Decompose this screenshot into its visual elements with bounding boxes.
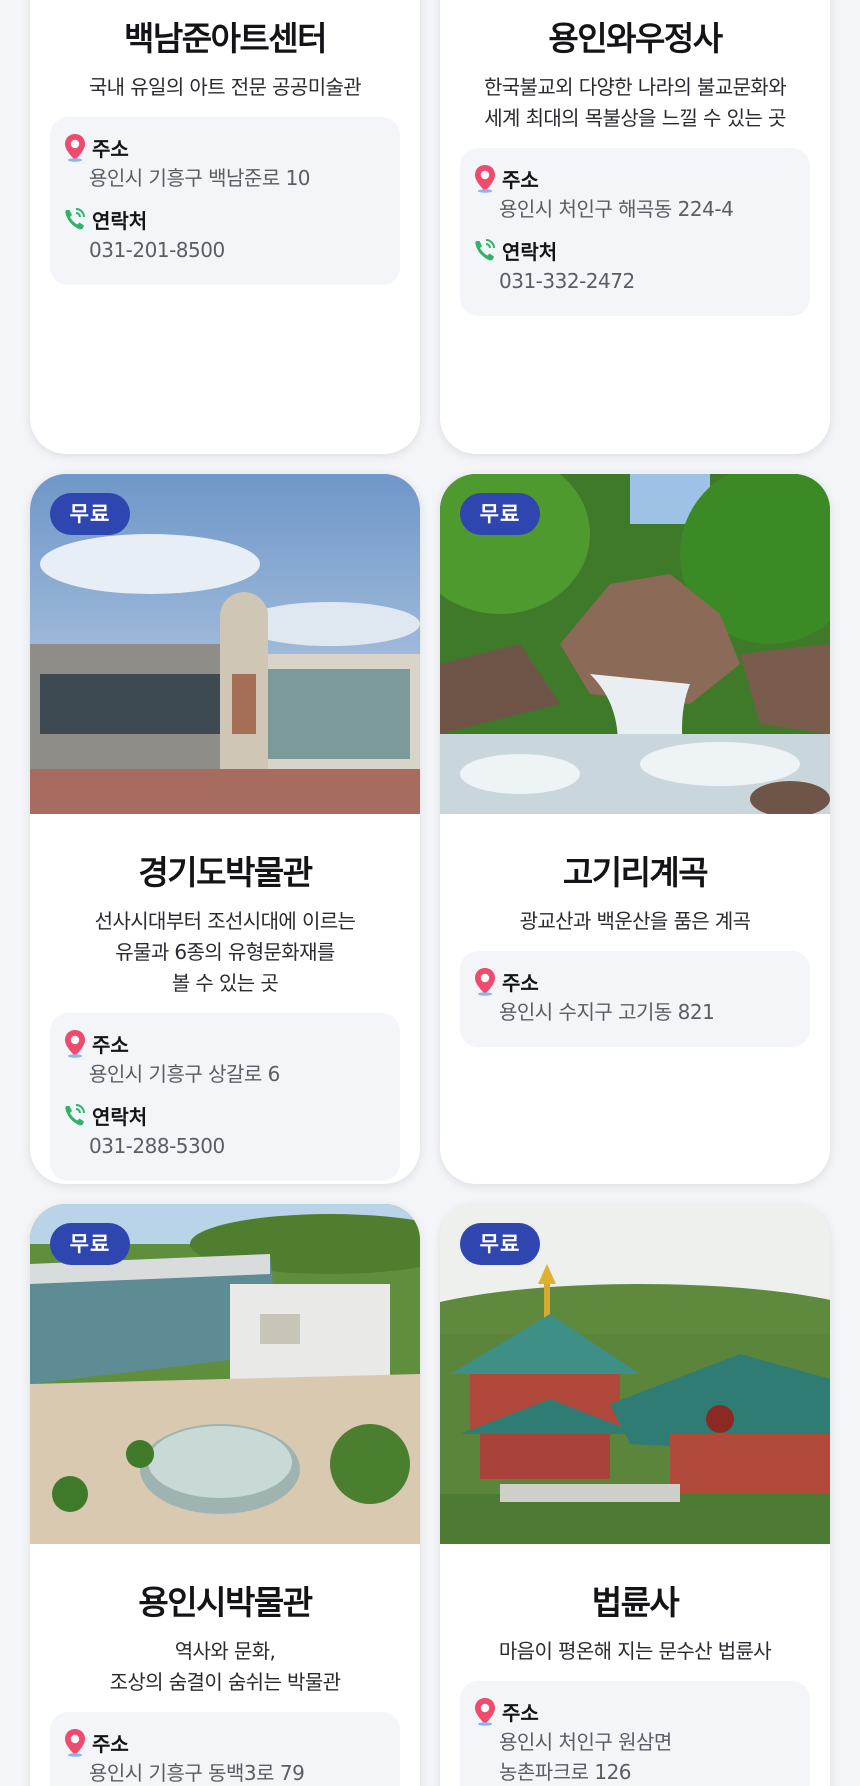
address-label: 주소 (502, 167, 539, 192)
attraction-description: 역사와 문화, 조상의 숨결이 숨쉬는 박물관 (109, 1639, 341, 1694)
phone-icon (65, 1104, 85, 1126)
location-pin-icon (475, 968, 495, 996)
address-value: 용인시 수지구 고기동 821 (499, 1000, 715, 1024)
address-value: 용인시 처인구 해곡동 224-4 (499, 197, 734, 221)
attraction-description: 광교산과 백운산을 품은 계곡 (519, 909, 751, 933)
address-value: 용인시 기흥구 백남준로 10 (89, 166, 311, 190)
attraction-title: 고기리계곡 (562, 853, 709, 892)
attraction-photo: 무료 (440, 1204, 830, 1544)
attraction-title: 법륜사 (591, 1583, 680, 1622)
contact-label: 연락처 (92, 1104, 148, 1129)
address-value: 용인시 기흥구 동백3로 79 (89, 1761, 305, 1785)
attraction-description: 한국불교외 다양한 나라의 불교문화와 세계 최대의 목불상을 느낄 수 있는 … (483, 75, 787, 130)
free-badge: 무료 (50, 1223, 130, 1265)
attraction-photo: 무료 (30, 1204, 420, 1544)
phone-icon (475, 239, 495, 261)
info-box: 주소 용인시 기흥구 상갈로 6 연락처 031-288-5300 (50, 1013, 400, 1181)
info-box: 주소 용인시 처인구 원삼면 농촌파크로 126 (460, 1681, 810, 1786)
free-badge: 무료 (50, 493, 130, 535)
attraction-title: 경기도박물관 (138, 853, 313, 892)
location-pin-icon (475, 165, 495, 193)
contact-label: 연락처 (502, 239, 558, 264)
location-pin-icon (65, 134, 85, 162)
info-box: 주소 용인시 기흥구 백남준로 10 연락처 031-201-8500 (50, 117, 400, 285)
attraction-photo: 무료 (30, 474, 420, 814)
attractions-grid: 백남준아트센터 국내 유일의 아트 전문 공공미술관 주소 용인시 기흥구 백남… (0, 0, 860, 1786)
attraction-description: 마음이 평온해 지는 문수산 법륜사 (498, 1639, 772, 1663)
free-badge: 무료 (460, 1223, 540, 1265)
attraction-card[interactable]: 백남준아트센터 국내 유일의 아트 전문 공공미술관 주소 용인시 기흥구 백남… (30, 0, 420, 454)
location-pin-icon (65, 1729, 85, 1757)
contact-value[interactable]: 031-201-8500 (62, 235, 386, 265)
attraction-description: 선사시대부터 조선시대에 이르는 유물과 6종의 유형문화재를 볼 수 있는 곳 (94, 909, 356, 995)
address-label: 주소 (502, 1700, 539, 1725)
location-pin-icon (475, 1698, 495, 1726)
address-label: 주소 (92, 136, 129, 161)
attraction-card[interactable]: 무료 용인시박물관 역사와 문화, 조상의 숨결이 숨쉬는 박물관 주소 용인시… (30, 1204, 420, 1786)
attraction-card[interactable]: 무료 경기도박물관 선사시대부터 조선시대에 이르는 유물과 6종의 유형문화재… (30, 474, 420, 1184)
contact-value[interactable]: 031-332-2472 (472, 266, 796, 296)
attraction-card[interactable]: 용인와우정사 한국불교외 다양한 나라의 불교문화와 세계 최대의 목불상을 느… (440, 0, 830, 454)
info-box: 주소 용인시 기흥구 동백3로 79 (50, 1712, 400, 1786)
free-badge: 무료 (460, 493, 540, 535)
attraction-card[interactable]: 무료 고기리계곡 광교산과 백운산을 품은 계곡 주소 용인시 수지구 고기동 … (440, 474, 830, 1184)
contact-label: 연락처 (92, 208, 148, 233)
attraction-title: 용인와우정사 (548, 19, 723, 58)
attraction-title: 백남준아트센터 (123, 19, 328, 58)
attraction-photo: 무료 (440, 474, 830, 814)
attraction-title: 용인시박물관 (138, 1583, 313, 1622)
address-label: 주소 (502, 970, 539, 995)
location-pin-icon (65, 1030, 85, 1058)
address-value: 용인시 기흥구 상갈로 6 (89, 1062, 280, 1086)
phone-icon (65, 208, 85, 230)
contact-value[interactable]: 031-288-5300 (62, 1131, 386, 1161)
address-label: 주소 (92, 1731, 129, 1756)
address-value: 용인시 처인구 원삼면 농촌파크로 126 (499, 1730, 672, 1784)
attraction-card[interactable]: 무료 법륜사 마음이 평온해 지는 문수산 법륜사 주소 용인시 처인구 원삼면… (440, 1204, 830, 1786)
info-box: 주소 용인시 처인구 해곡동 224-4 연락처 031-332-2472 (460, 148, 810, 316)
address-label: 주소 (92, 1032, 129, 1057)
attraction-description: 국내 유일의 아트 전문 공공미술관 (88, 75, 362, 99)
info-box: 주소 용인시 수지구 고기동 821 (460, 951, 810, 1047)
